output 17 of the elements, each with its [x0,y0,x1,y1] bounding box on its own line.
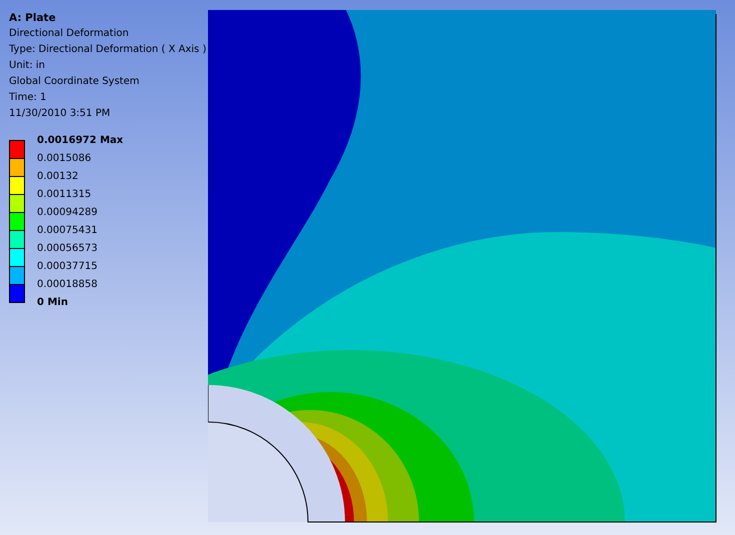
legend-label: 0.00132 [37,170,78,184]
legend-label: 0.00037715 [37,260,98,274]
result-info-text: Time: 1 [9,91,48,105]
legend-label: 0.00018858 [37,278,98,292]
legend-label: 0.00075431 [37,224,98,238]
result-info-text: Unit: in [9,59,46,73]
legend-label: 0.00056573 [37,242,98,256]
legend-label: 0.0016972 Max [37,134,124,148]
result-info-text: Directional Deformation [9,27,130,41]
legend-label: 0.0015086 [37,152,92,166]
legend-label: 0.00094289 [37,206,98,220]
result-title: A: Plate [9,11,57,26]
result-info-text: Global Coordinate System [9,75,140,89]
legend-label: 0 Min [37,296,68,310]
result-info-text: 11/30/2010 3:51 PM [9,107,112,121]
legend-label: 0.0011315 [37,188,92,202]
result-info-text: Type: Directional Deformation ( X Axis ) [9,43,208,57]
